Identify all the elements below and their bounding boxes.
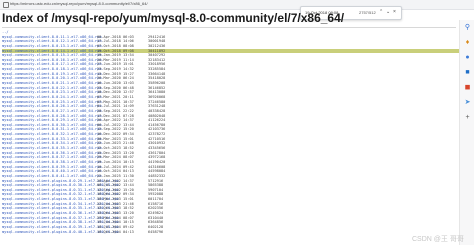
search-icon[interactable]: ⚲: [462, 22, 473, 33]
file-date: 16-Oct-2024 04:13: [97, 229, 134, 234]
listing-row: mysql-community-client-plugins-8.0.40-1.…: [2, 230, 460, 235]
close-icon[interactable]: ×: [393, 9, 396, 15]
page-title: Index of /mysql-repo/yum/mysql-8.0-commu…: [2, 11, 345, 25]
chevron-down-icon[interactable]: ⌄: [386, 9, 390, 15]
person-icon[interactable]: ●: [462, 52, 473, 63]
file-listing: ../ mysql-community-client-8.0.11-1.el7.…: [2, 30, 460, 234]
divider: [2, 27, 456, 28]
chevron-up-icon[interactable]: ⌃: [379, 9, 383, 15]
paper-plane-icon[interactable]: ➤: [462, 97, 473, 108]
tag-icon[interactable]: ♦: [462, 37, 473, 48]
office-icon[interactable]: ◼: [462, 82, 473, 93]
address-bar[interactable]: https://mirrors.ustc.edu.cn/mysql-repo/y…: [0, 0, 474, 10]
outlook-icon[interactable]: ■: [462, 67, 473, 78]
lock-icon: [3, 2, 9, 8]
address-url[interactable]: https://mirrors.ustc.edu.cn/mysql-repo/y…: [10, 1, 148, 6]
watermark: CSDN @王 哥哥: [412, 236, 464, 243]
plus-icon[interactable]: +: [462, 112, 473, 123]
find-match-count: 2757/512: [359, 10, 376, 15]
file-size: 6458796: [148, 229, 164, 234]
browser-sidebar: ⚲ ♦ ● ■ ◼ ➤ +: [459, 20, 474, 245]
